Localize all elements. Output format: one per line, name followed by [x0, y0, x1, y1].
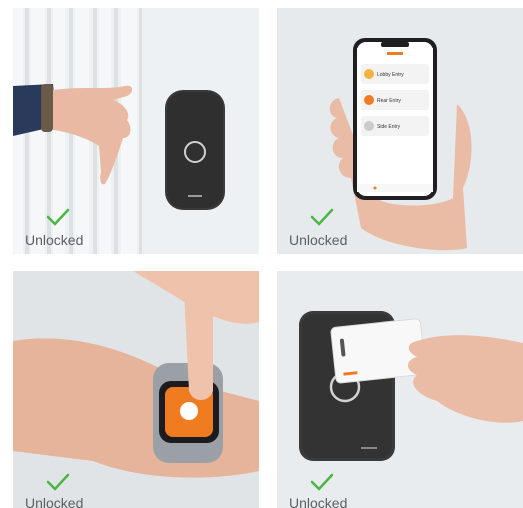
- status-label: Unlocked: [289, 232, 348, 248]
- checkmark-icon: [310, 473, 334, 491]
- door-label-side[interactable]: Side Entry: [377, 124, 401, 130]
- wave-unlock-tile: Unlocked: [13, 8, 259, 254]
- watch-unlock-tile: Unlocked: [13, 271, 259, 508]
- status-label: Unlocked: [25, 495, 84, 508]
- checkmark-icon: [46, 473, 70, 491]
- keycard-unlock-tile: Unlocked: [277, 271, 523, 508]
- door-label-lobby[interactable]: Lobby Entry: [377, 72, 404, 78]
- checkmark-icon: [310, 208, 334, 226]
- mobile-unlock-tile: Lobby Entry Rear Entry Side Entry Unlock…: [277, 8, 523, 254]
- door-label-rear[interactable]: Rear Entry: [377, 98, 401, 104]
- status-label: Unlocked: [25, 232, 84, 248]
- status-label: Unlocked: [289, 495, 348, 508]
- checkmark-icon: [46, 208, 70, 226]
